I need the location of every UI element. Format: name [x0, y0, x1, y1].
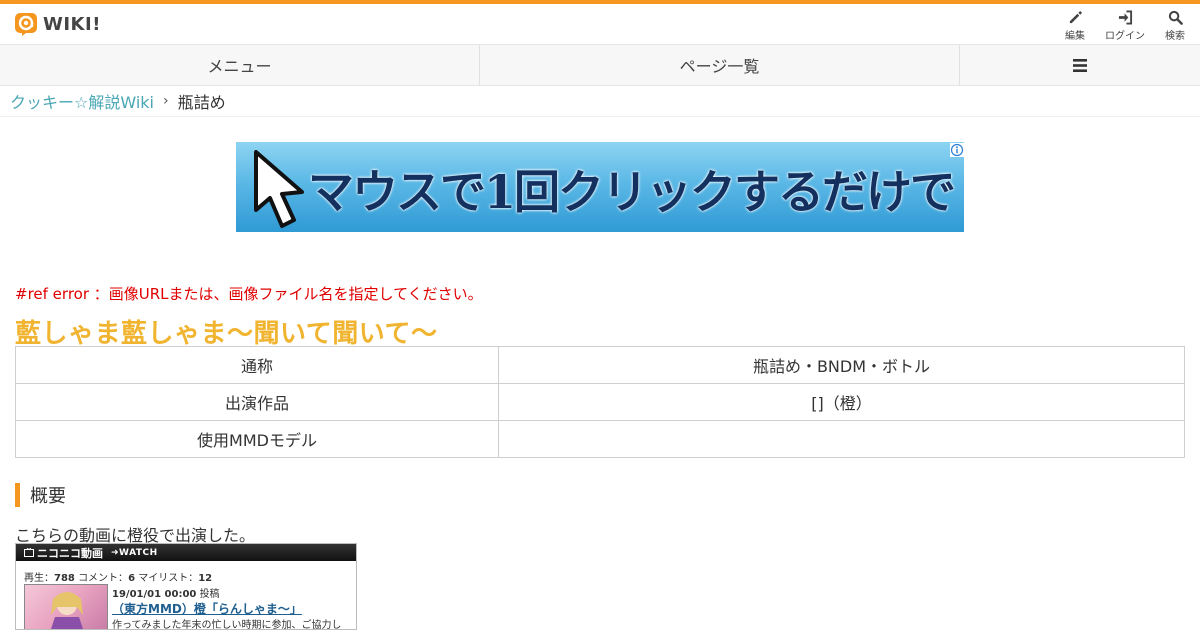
nav-hamburger[interactable] — [960, 45, 1200, 85]
nav-page-list-label: ページ一覧 — [679, 57, 760, 76]
mouse-cursor-icon — [254, 150, 304, 228]
table-row: 使用MMDモデル — [15, 420, 1185, 458]
login-label: ログイン — [1105, 31, 1145, 42]
nico-stats: 再生：788 コメント：6 マイリスト：12 — [24, 569, 212, 584]
table-value[interactable]: []（橙） — [498, 383, 1185, 421]
logo-text: WIKI — [43, 13, 93, 35]
nav-menu[interactable]: メニュー — [0, 45, 480, 85]
main-nav: メニュー ページ一覧 — [0, 44, 1200, 86]
nico-description: 作ってみました年末の忙しい時期に参加、ご協力し — [112, 620, 342, 630]
adchoices-icon[interactable] — [950, 143, 964, 157]
pencil-icon — [1069, 10, 1082, 24]
table-row: 通称 瓶詰め・BNDM・ボトル — [15, 346, 1185, 384]
breadcrumb-divider — [0, 116, 1200, 117]
search-label: 検索 — [1165, 31, 1185, 42]
table-key: 出演作品 — [15, 383, 499, 421]
login-button[interactable]: ログイン — [1101, 10, 1149, 42]
nico-mylist-label: マイリスト： — [138, 573, 199, 584]
nico-mylist: 12 — [198, 573, 213, 584]
section-accent-bar — [15, 483, 20, 507]
logo-exclaim: ! — [92, 13, 101, 35]
nico-posted-label: 投稿 — [199, 589, 220, 600]
login-icon — [1118, 10, 1132, 25]
nico-comments-label: コメント： — [78, 573, 129, 584]
ad-banner[interactable]: マウスで1回クリックするだけで — [236, 142, 964, 232]
nico-watch-label: ➜WATCH — [111, 547, 158, 558]
site-header: WIKI! 編集 ログイン 検索 — [0, 4, 1200, 44]
table-row: 出演作品 []（橙） — [15, 383, 1185, 421]
info-table: 通称 瓶詰め・BNDM・ボトル 出演作品 []（橙） 使用MMDモデル — [15, 346, 1185, 458]
nico-tv-icon — [24, 548, 34, 557]
nico-views: 788 — [54, 573, 75, 584]
character-thumbnail-image — [51, 592, 83, 629]
section-title: 概要 — [30, 486, 66, 507]
nico-comments: 6 — [128, 573, 136, 584]
site-logo[interactable]: WIKI! — [14, 12, 101, 36]
nico-date: 19/01/01 00:00 — [112, 589, 197, 600]
table-key: 通称 — [15, 346, 499, 384]
page-heading: 藍しゃま藍しゃま～聞いて聞いて～ — [15, 319, 438, 349]
nico-brand: ニコニコ動画 — [37, 546, 103, 560]
ad-banner-text: マウスで1回クリックするだけで — [308, 165, 956, 219]
section-heading: 概要 — [15, 483, 66, 507]
edit-label: 編集 — [1065, 31, 1085, 42]
edit-button[interactable]: 編集 — [1051, 10, 1099, 42]
nico-views-label: 再生： — [24, 573, 54, 584]
table-value: 瓶詰め・BNDM・ボトル — [498, 346, 1185, 384]
nico-post-date: 19/01/01 00:00 投稿 — [112, 585, 220, 600]
breadcrumb-current: 瓶詰め — [177, 93, 226, 112]
nav-menu-label: メニュー — [207, 57, 272, 76]
breadcrumb-separator: › — [162, 93, 169, 109]
nicovideo-embed[interactable]: ニコニコ動画 ➜WATCH 再生：788 コメント：6 マイリスト：12 19/… — [15, 543, 357, 630]
breadcrumb-home-link[interactable]: クッキー☆解説Wiki — [10, 89, 154, 113]
nico-thumbnail[interactable] — [24, 584, 108, 629]
at-mark-logo-icon — [15, 13, 37, 36]
table-value — [498, 420, 1185, 458]
nico-video-title-link[interactable]: （東方MMD）橙「らんしゃま～」 — [112, 600, 302, 617]
nico-header-bar: ニコニコ動画 ➜WATCH — [16, 544, 356, 561]
search-icon — [1168, 10, 1183, 25]
table-key: 使用MMDモデル — [15, 420, 499, 458]
nico-watch-text: WATCH — [119, 547, 158, 558]
ref-error-message: #ref error ：画像URLまたは、画像ファイル名を指定してください。 — [15, 285, 483, 303]
search-button[interactable]: 検索 — [1151, 10, 1199, 42]
nav-page-list[interactable]: ページ一覧 — [480, 45, 960, 85]
hamburger-menu-icon — [1073, 58, 1087, 72]
breadcrumb: クッキー☆解説Wiki › 瓶詰め — [10, 90, 226, 112]
